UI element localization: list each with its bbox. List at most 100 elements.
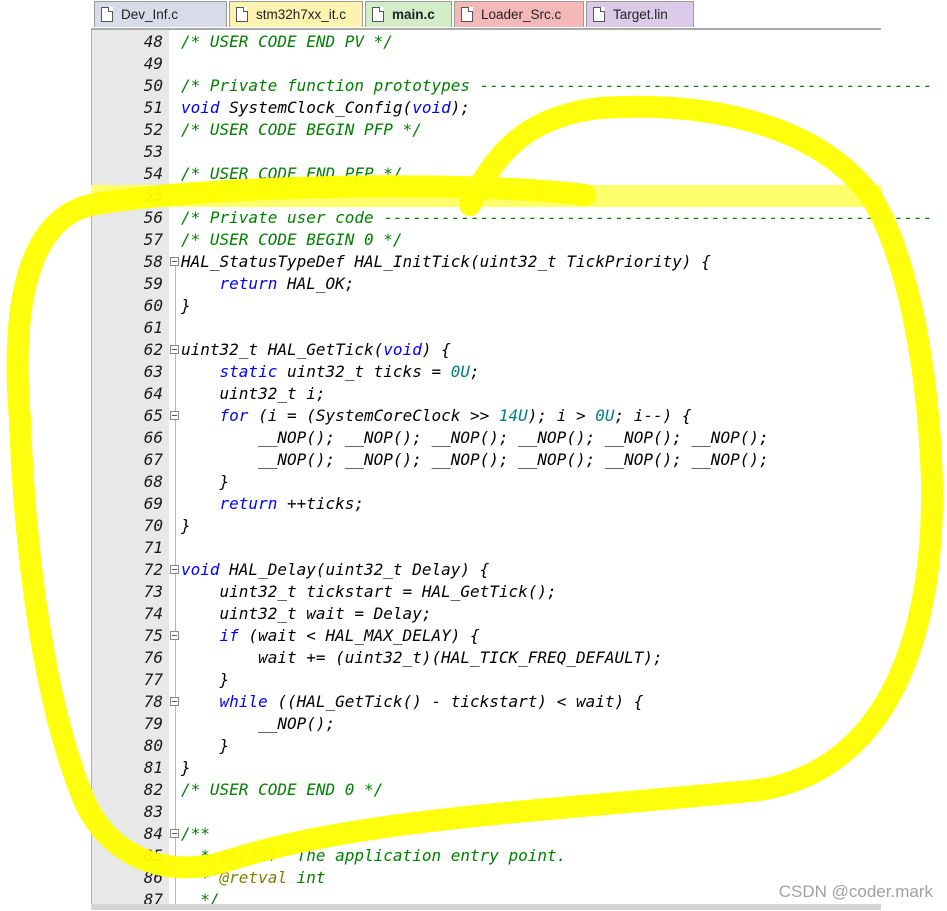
code-line[interactable]: 86 * @retval int	[91, 867, 881, 889]
code-line[interactable]: 60}	[91, 295, 881, 317]
code-line[interactable]: 73 uint32_t tickstart = HAL_GetTick();	[91, 581, 881, 603]
code-line[interactable]: 74 uint32_t wait = Delay;	[91, 603, 881, 625]
code-line[interactable]: 80 }	[91, 735, 881, 757]
line-number: 53	[143, 142, 163, 161]
code-line[interactable]: 77 }	[91, 669, 881, 691]
fold-toggle-icon[interactable]	[170, 345, 179, 354]
line-number: 65	[143, 406, 163, 425]
code-line[interactable]: 59 return HAL_OK;	[91, 273, 881, 295]
fold-toggle-icon[interactable]	[170, 697, 179, 706]
code-text: return ++ticks;	[219, 494, 365, 513]
code-line[interactable]: 48 /* USER CODE END PV */	[91, 31, 881, 53]
line-number: 82	[143, 780, 163, 799]
code-text: }	[181, 670, 230, 689]
line-number: 48	[143, 32, 163, 51]
horizontal-scrollbar[interactable]	[91, 904, 881, 910]
tab-stm32h7xx-it-c[interactable]: stm32h7xx_it.c	[229, 1, 363, 27]
line-number: 68	[143, 472, 163, 491]
code-text: void HAL_Delay(uint32_t Delay) {	[181, 560, 490, 579]
code-text: for (i = (SystemCoreClock >> 14U); i > 0…	[219, 406, 692, 425]
code-line[interactable]: 64 uint32_t i;	[91, 383, 881, 405]
file-icon	[461, 7, 473, 22]
code-text: /* USER CODE END PFP */	[181, 164, 403, 183]
fold-toggle-icon[interactable]	[170, 631, 179, 640]
line-number: 55	[143, 186, 163, 205]
line-number: 62	[143, 340, 163, 359]
fold-toggle-icon[interactable]	[170, 829, 179, 838]
file-icon	[236, 7, 248, 22]
code-line[interactable]: 62 uint32_t HAL_GetTick(void) {	[91, 339, 881, 361]
code-line[interactable]: 68 }	[91, 471, 881, 493]
line-number: 77	[143, 670, 163, 689]
code-text: uint32_t tickstart = HAL_GetTick();	[181, 582, 557, 601]
fold-toggle-icon[interactable]	[170, 257, 179, 266]
code-text: if (wait < HAL_MAX_DELAY) {	[219, 626, 480, 645]
code-line[interactable]: 70}	[91, 515, 881, 537]
code-line[interactable]: 82 /* USER CODE END 0 */	[91, 779, 881, 801]
tab-label: Loader_Src.c	[481, 7, 562, 22]
code-line[interactable]: 85 * @brief The application entry point.	[91, 845, 881, 867]
fold-toggle-icon[interactable]	[170, 565, 179, 574]
code-line[interactable]: 75 if (wait < HAL_MAX_DELAY) {	[91, 625, 881, 647]
line-number: 52	[143, 120, 163, 139]
line-number: 61	[143, 318, 163, 337]
code-line[interactable]: 69 return ++ticks;	[91, 493, 881, 515]
code-line[interactable]: 55	[91, 185, 881, 207]
code-line[interactable]: 79 __NOP();	[91, 713, 881, 735]
code-line[interactable]: 81}	[91, 757, 881, 779]
file-icon	[593, 7, 605, 22]
code-line[interactable]: 71	[91, 537, 881, 559]
code-line[interactable]: 76 wait += (uint32_t)(HAL_TICK_FREQ_DEFA…	[91, 647, 881, 669]
code-line[interactable]: 78 while ((HAL_GetTick() - tickstart) < …	[91, 691, 881, 713]
code-line[interactable]: 84 /**	[91, 823, 881, 845]
code-line[interactable]: 57 /* USER CODE BEGIN 0 */	[91, 229, 881, 251]
line-number: 49	[143, 54, 163, 73]
watermark-text: CSDN @coder.mark	[778, 882, 933, 901]
tab-label: Target.lin	[613, 7, 668, 22]
code-text: /* Private user code -------------------…	[181, 208, 933, 227]
code-text: * @brief The application entry point.	[181, 846, 567, 865]
code-text: uint32_t i;	[181, 384, 326, 403]
line-number: 51	[143, 98, 163, 117]
code-line[interactable]: 83	[91, 801, 881, 823]
code-text: /* USER CODE END 0 */	[181, 780, 384, 799]
left-panel-strip	[0, 28, 91, 910]
code-line[interactable]: 72 void HAL_Delay(uint32_t Delay) {	[91, 559, 881, 581]
code-text: }	[181, 472, 230, 491]
code-text: __NOP(); __NOP(); __NOP(); __NOP(); __NO…	[181, 428, 769, 447]
code-line[interactable]: 54 /* USER CODE END PFP */	[91, 163, 881, 185]
code-line[interactable]: 58 HAL_StatusTypeDef HAL_InitTick(uint32_…	[91, 251, 881, 273]
code-line[interactable]: 61	[91, 317, 881, 339]
code-line[interactable]: 51 void SystemClock_Config(void);	[91, 97, 881, 119]
code-line[interactable]: 50 /* Private function prototypes -------…	[91, 75, 933, 97]
tab-label: Dev_Inf.c	[121, 7, 179, 22]
code-line[interactable]: 56 /* Private user code -----------------…	[91, 207, 933, 229]
code-line[interactable]: 66 __NOP(); __NOP(); __NOP(); __NOP(); _…	[91, 427, 881, 449]
code-line[interactable]: 67 __NOP(); __NOP(); __NOP(); __NOP(); _…	[91, 449, 881, 471]
tab-dev-inf-c[interactable]: Dev_Inf.c	[94, 1, 227, 27]
code-text: /**	[181, 824, 210, 843]
code-text: * @retval int	[181, 868, 326, 887]
line-number: 59	[143, 274, 163, 293]
tab-loader-src-c[interactable]: Loader_Src.c	[454, 1, 584, 27]
line-number: 81	[143, 758, 163, 777]
line-number: 75	[143, 626, 163, 645]
code-text: while ((HAL_GetTick() - tickstart) < wai…	[219, 692, 644, 711]
code-line[interactable]: 52 /* USER CODE BEGIN PFP */	[91, 119, 881, 141]
tab-main-c[interactable]: main.c	[365, 1, 452, 27]
line-number: 79	[143, 714, 163, 733]
code-text: }	[181, 296, 191, 315]
line-number: 56	[143, 208, 163, 227]
line-number: 57	[143, 230, 163, 249]
code-line[interactable]: 49	[91, 53, 881, 75]
tab-target-lin[interactable]: Target.lin	[586, 1, 694, 27]
line-number: 78	[143, 692, 163, 711]
file-tab-bar: Dev_Inf.c stm32h7xx_it.c main.c Loader_Src.…	[0, 0, 947, 28]
line-number: 80	[143, 736, 163, 755]
code-text: uint32_t HAL_GetTick(void) {	[181, 340, 451, 359]
code-text: static uint32_t ticks = 0U;	[219, 362, 480, 381]
code-line[interactable]: 65 for (i = (SystemCoreClock >> 14U); i …	[91, 405, 881, 427]
code-line[interactable]: 53	[91, 141, 881, 163]
code-line[interactable]: 63 static uint32_t ticks = 0U;	[91, 361, 881, 383]
fold-toggle-icon[interactable]	[170, 411, 179, 420]
